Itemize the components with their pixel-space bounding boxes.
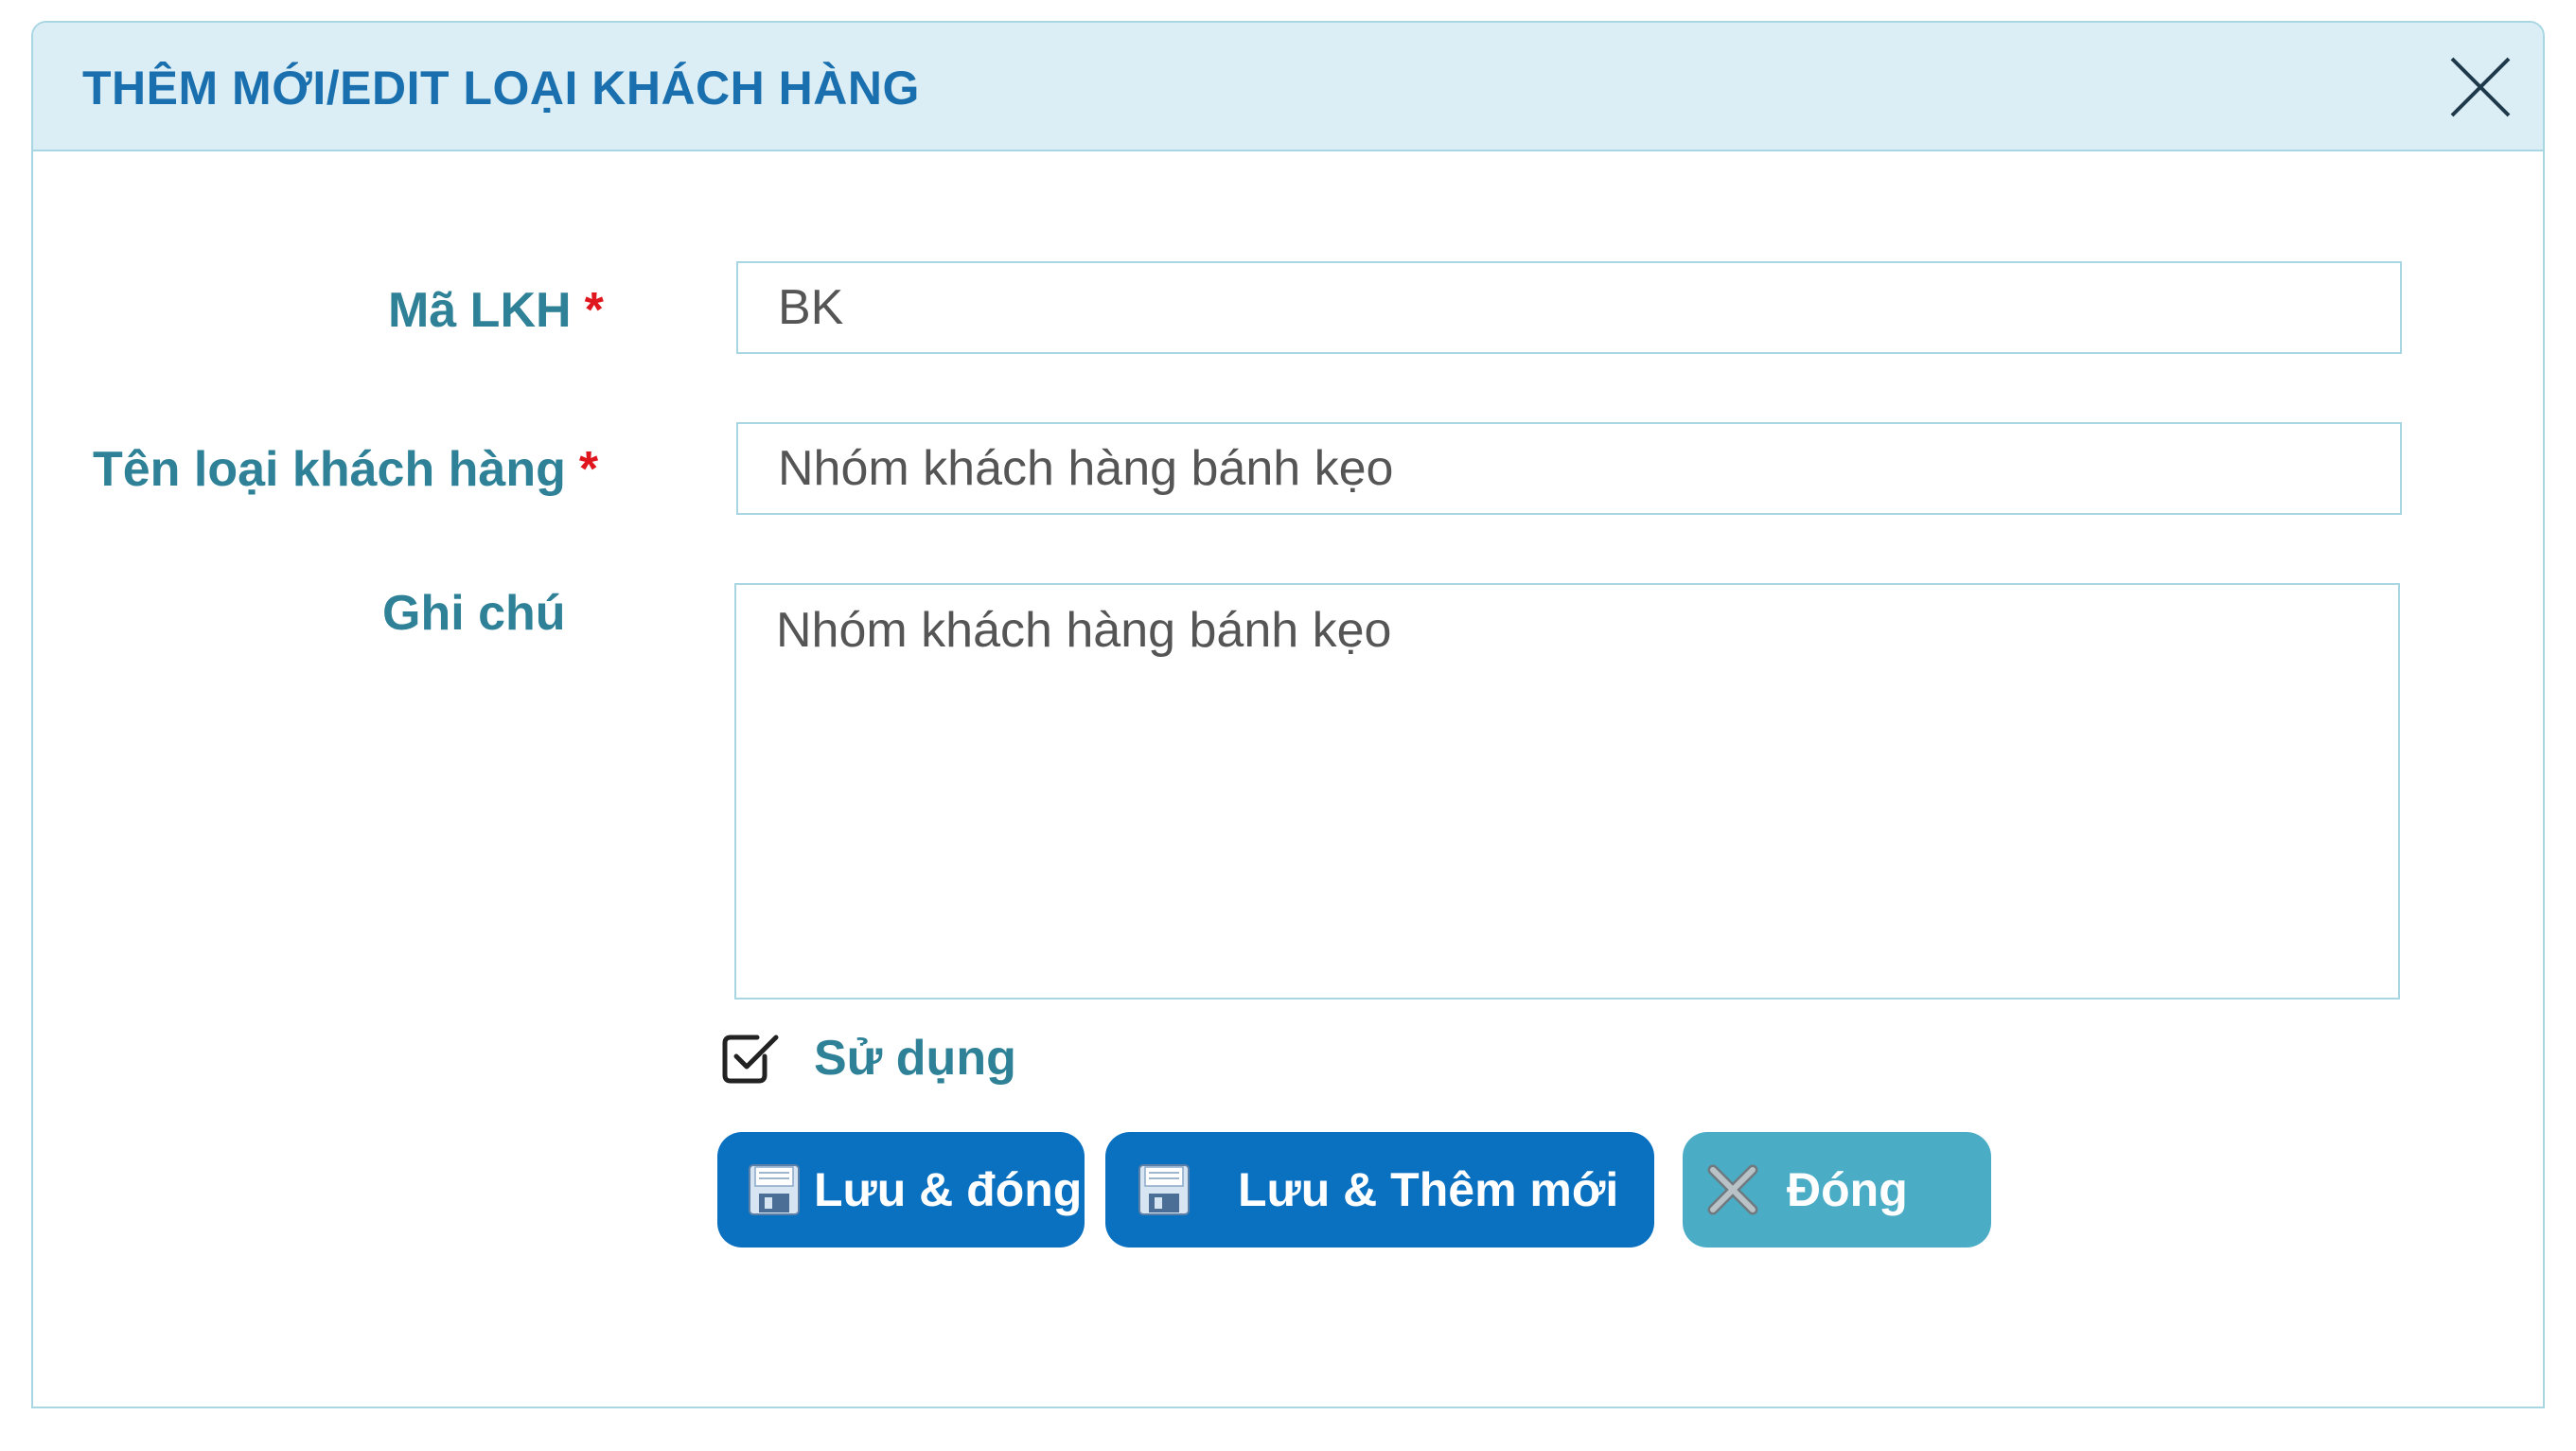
active-checkbox[interactable]: Sử dụng — [721, 1030, 1016, 1087]
dialog-title: THÊM MỚI/EDIT LOẠI KHÁCH HÀNG — [82, 62, 920, 115]
code-input[interactable]: BK — [736, 261, 2402, 354]
close-button-label: Đóng — [1787, 1163, 1908, 1216]
save-new-button-label: Lưu & Thêm mới — [1238, 1163, 1619, 1216]
name-input[interactable]: Nhóm khách hàng bánh kẹo — [736, 422, 2402, 515]
active-checkbox-label: Sử dụng — [814, 1031, 1016, 1086]
save-close-button[interactable]: Lưu & đóng — [717, 1132, 1085, 1248]
name-label-text: Tên loại khách hàng — [93, 442, 566, 497]
note-label: Ghi chú — [382, 586, 566, 641]
close-button[interactable]: Đóng — [1683, 1132, 1991, 1248]
x-icon — [1705, 1162, 1760, 1217]
code-label-text: Mã LKH — [388, 283, 572, 338]
required-mark: * — [584, 283, 604, 338]
dialog-header: THÊM MỚI/EDIT LOẠI KHÁCH HÀNG — [33, 23, 2543, 151]
save-close-button-label: Lưu & đóng — [814, 1163, 1083, 1216]
code-label: Mã LKH * — [388, 282, 604, 339]
close-icon[interactable] — [2448, 55, 2513, 119]
floppy-disk-icon — [748, 1163, 801, 1216]
note-textarea[interactable]: Nhóm khách hàng bánh kẹo — [734, 583, 2400, 1000]
save-new-button[interactable]: Lưu & Thêm mới — [1105, 1132, 1654, 1248]
floppy-disk-icon — [1138, 1163, 1191, 1216]
checkbox-checked-icon — [721, 1032, 782, 1085]
name-label: Tên loại khách hàng * — [93, 441, 598, 498]
required-mark: * — [578, 442, 599, 497]
